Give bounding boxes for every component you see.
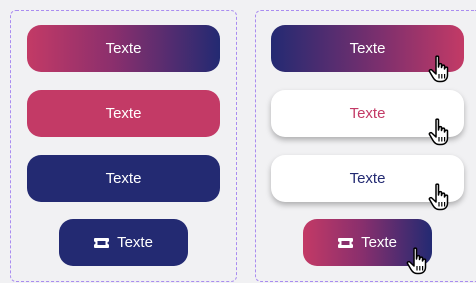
hand-pointer-icon: [428, 55, 449, 83]
button-label: Texte: [105, 170, 142, 187]
button-label: Texte: [117, 234, 153, 251]
button-label: Texte: [105, 40, 142, 57]
gradient-button-default[interactable]: Texte: [27, 25, 220, 72]
hand-pointer-icon: [428, 118, 449, 146]
navy-button-default[interactable]: Texte: [27, 155, 220, 202]
button-label: Texte: [349, 105, 386, 122]
pink-button-default[interactable]: Texte: [27, 90, 220, 137]
button-label: Texte: [349, 40, 386, 57]
hand-pointer-icon: [406, 247, 427, 275]
button-label: Texte: [361, 234, 397, 251]
ticket-button-default[interactable]: Texte: [59, 219, 188, 266]
hand-pointer-icon: [428, 183, 449, 211]
button-label: Texte: [349, 170, 386, 187]
button-label: Texte: [105, 105, 142, 122]
ticket-icon: [94, 237, 110, 248]
ticket-icon: [338, 237, 354, 248]
